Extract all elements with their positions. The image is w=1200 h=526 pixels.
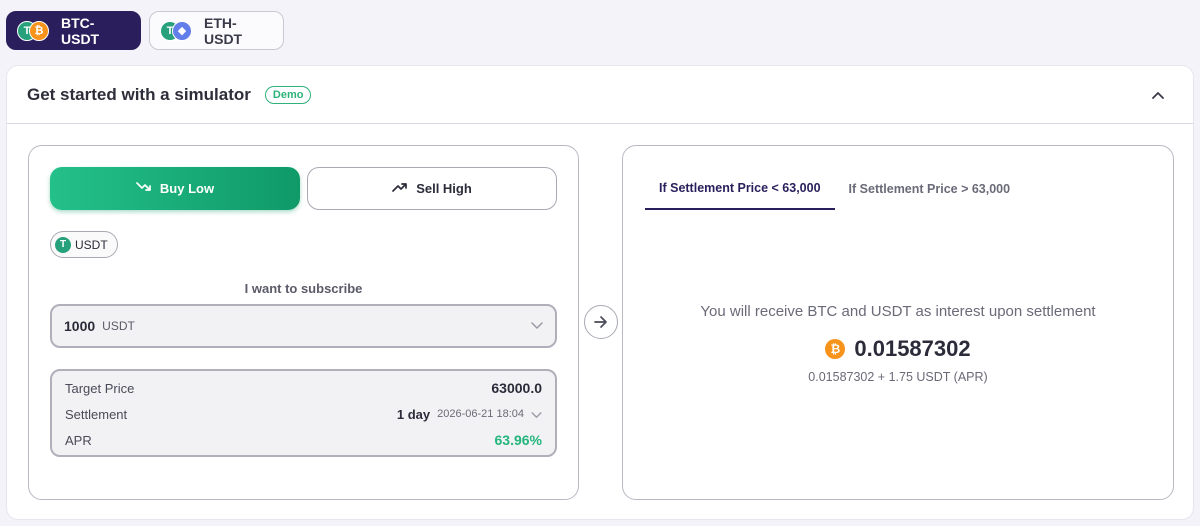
tab-eth-usdt[interactable]: T ◆ ETH-USDT	[149, 11, 284, 50]
result-tabs: If Settlement Price < 63,000 If Settleme…	[645, 168, 1024, 210]
settlement-label: Settlement	[65, 406, 128, 422]
currency-chip-label: USDT	[75, 237, 108, 252]
trend-down-icon	[136, 181, 152, 196]
btc-usdt-pair-icon: T ₿	[17, 20, 51, 42]
result-message: You will receive BTC and USDT as interes…	[700, 303, 1096, 320]
btc-icon: ₿	[825, 339, 846, 359]
chevron-up-icon[interactable]	[1149, 86, 1167, 104]
buy-low-button[interactable]: Buy Low	[50, 167, 300, 210]
currency-chip[interactable]: T USDT	[50, 231, 118, 258]
target-price-row: Target Price 63000.0	[65, 375, 542, 401]
result-amount-value: 0.01587302	[854, 336, 971, 361]
chevron-down-icon[interactable]	[531, 317, 543, 335]
demo-badge: Demo	[264, 85, 312, 104]
btc-icon: ₿	[29, 20, 49, 41]
target-price-label: Target Price	[65, 380, 135, 396]
apr-label: APR	[65, 432, 92, 448]
eth-usdt-pair-icon: T ◆	[160, 20, 194, 42]
pair-tabs: T ₿ BTC-USDT T ◆ ETH-USDT	[6, 11, 284, 50]
buy-low-label: Buy Low	[159, 181, 215, 196]
amount-unit: USDT	[102, 319, 135, 333]
result-amount: ₿ 0.01587302	[623, 336, 1173, 362]
subscription-details: Target Price 63000.0 Settlement 1 day 20…	[50, 369, 557, 457]
usdt-icon: T	[55, 236, 71, 253]
settlement-row[interactable]: Settlement 1 day 2026-06-21 18:04	[65, 401, 542, 427]
chevron-down-icon[interactable]	[531, 407, 542, 422]
apr-value: 63.96%	[494, 432, 542, 448]
tab-btc-usdt[interactable]: T ₿ BTC-USDT	[6, 11, 141, 50]
subscribe-label: I want to subscribe	[244, 281, 363, 296]
settlement-days: 1 day	[396, 406, 431, 422]
amount-value: 1000	[64, 318, 96, 334]
tab-settlement-below[interactable]: If Settlement Price < 63,000	[645, 168, 835, 210]
settlement-date: 2026-06-21 18:04	[437, 408, 524, 420]
simulator-result-panel: If Settlement Price < 63,000 If Settleme…	[622, 145, 1174, 500]
simulator-title: Get started with a simulator	[27, 84, 251, 104]
tab-eth-usdt-label: ETH-USDT	[204, 14, 243, 47]
tab-btc-usdt-label: BTC-USDT	[61, 14, 100, 47]
apr-row: APR 63.96%	[65, 427, 542, 453]
simulator-card: Get started with a simulator Demo Buy Lo…	[6, 65, 1194, 520]
sell-high-label: Sell High	[416, 181, 472, 196]
subscribe-amount-field[interactable]: 1000 USDT	[50, 304, 557, 348]
target-price-value: 63000.0	[491, 380, 542, 396]
eth-icon: ◆	[172, 20, 192, 41]
tab-settlement-above[interactable]: If Settlement Price > 63,000	[835, 168, 1025, 210]
trend-up-icon	[392, 181, 408, 196]
arrow-right-icon	[584, 305, 618, 339]
simulator-input-panel: Buy Low Sell High T USDT I want to subsc…	[28, 145, 579, 500]
sell-high-button[interactable]: Sell High	[307, 167, 557, 210]
result-breakdown: 0.01587302 + 1.75 USDT (APR)	[808, 370, 988, 384]
simulator-header[interactable]: Get started with a simulator Demo	[7, 66, 1193, 124]
